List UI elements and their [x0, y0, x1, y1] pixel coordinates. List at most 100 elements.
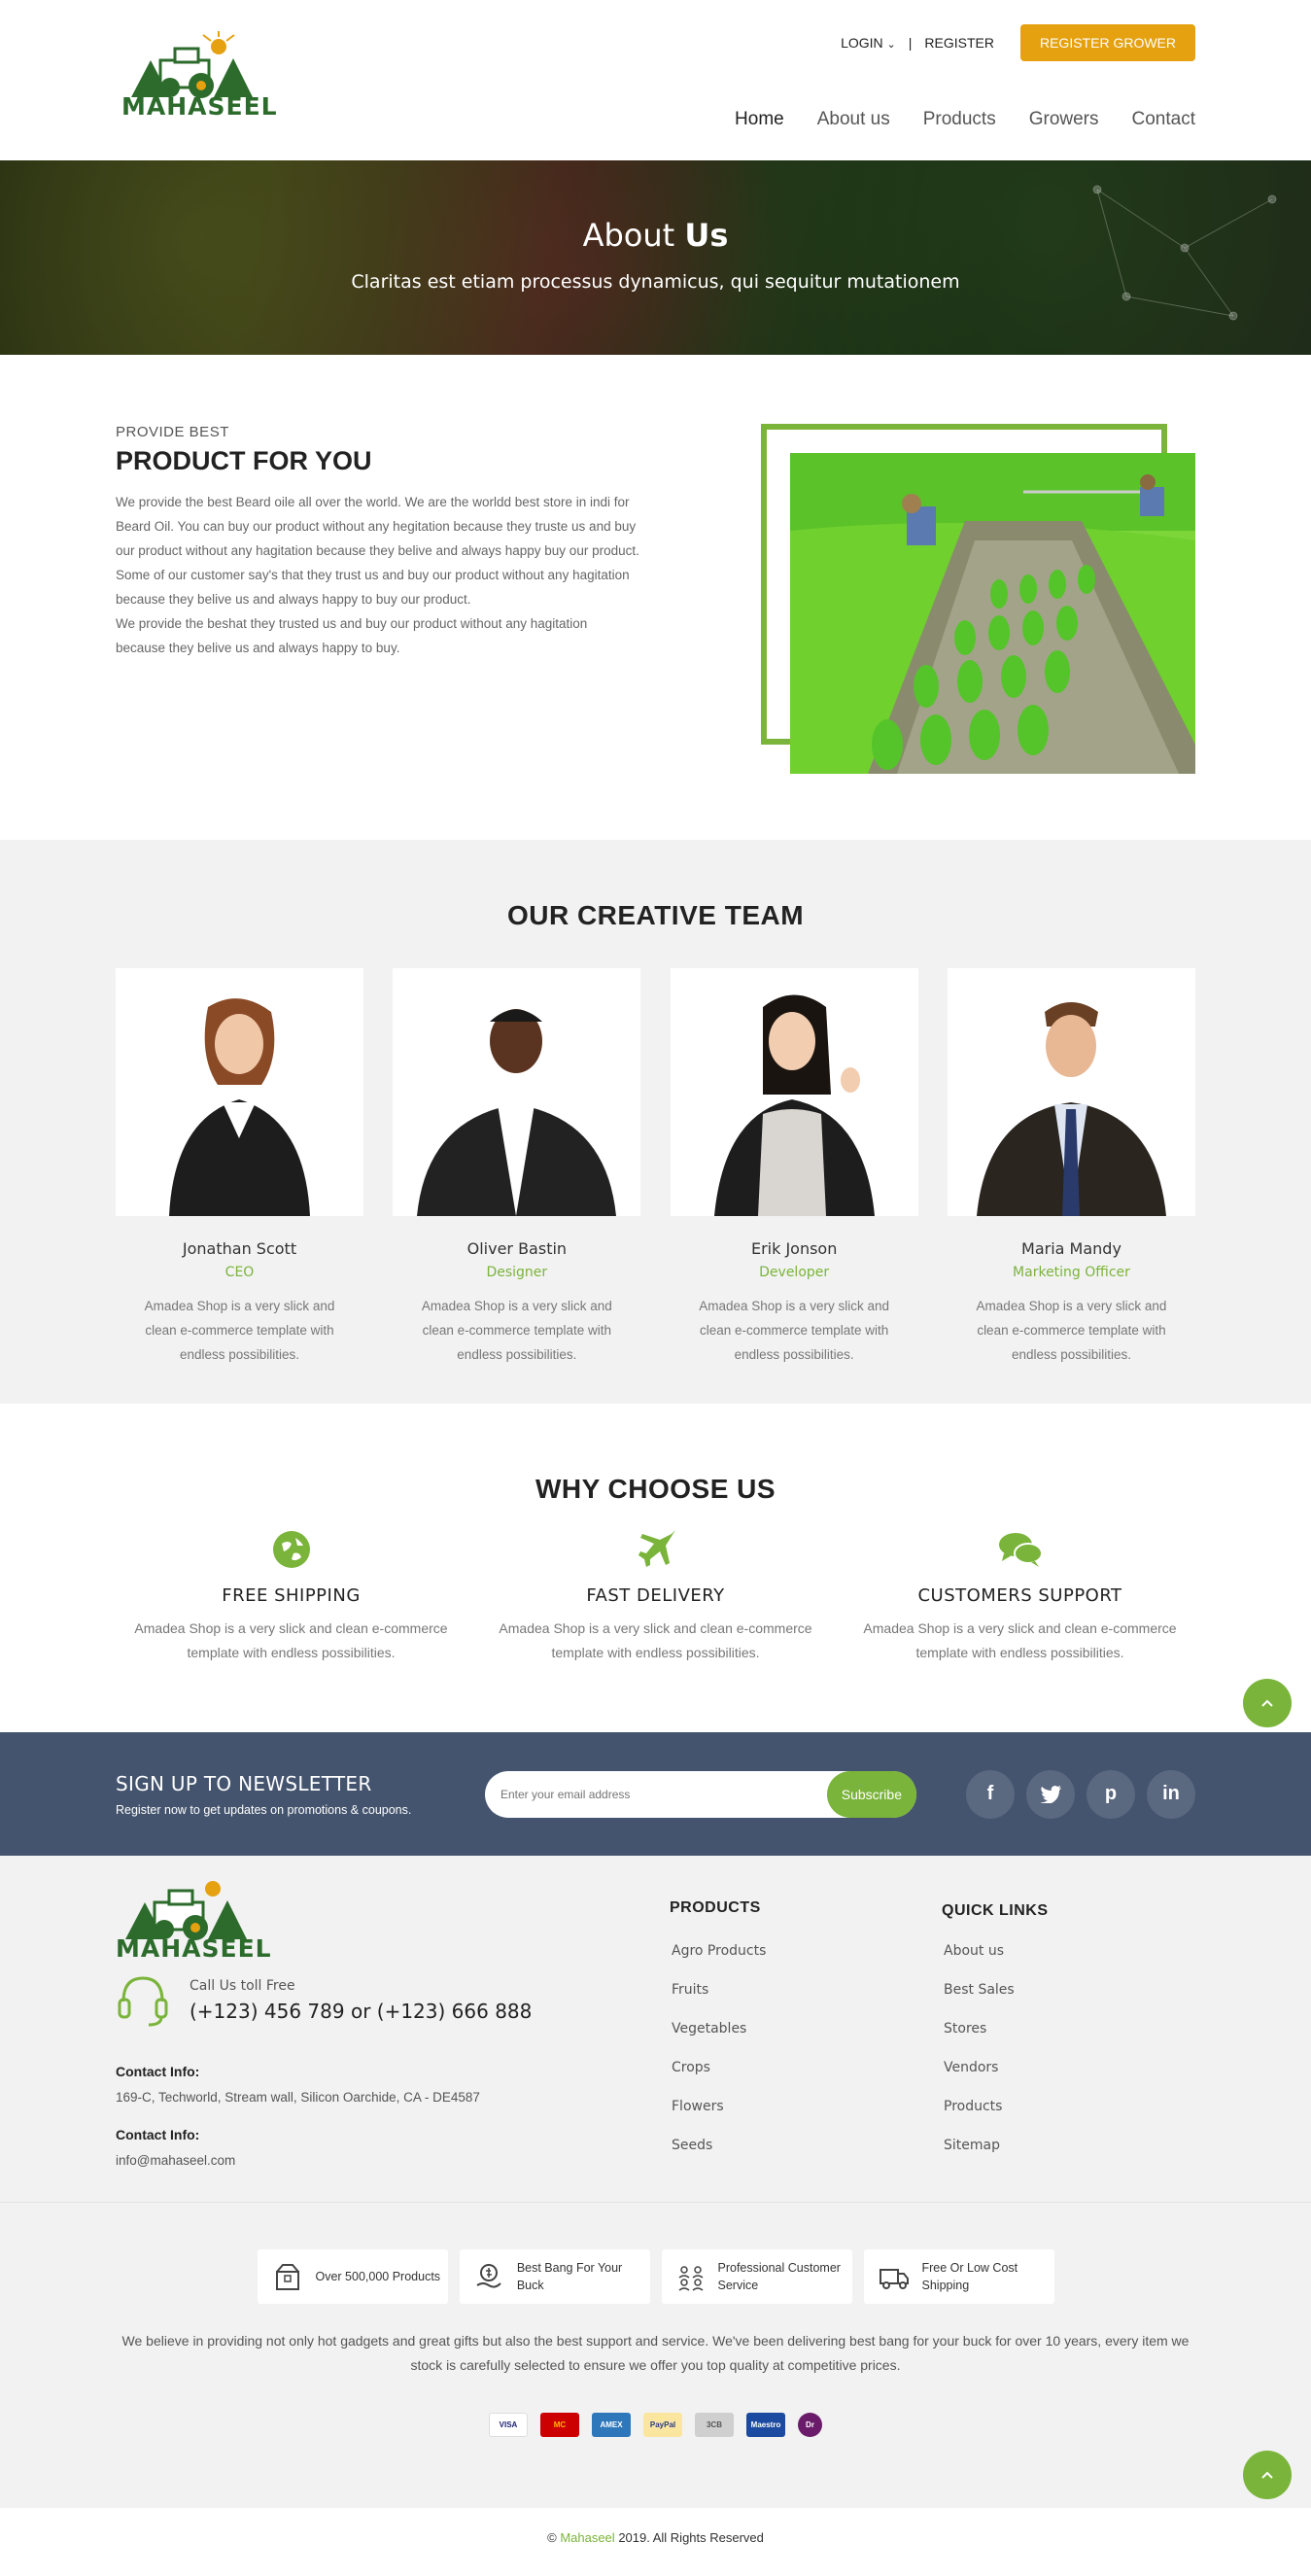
nav-products[interactable]: Products — [923, 109, 996, 130]
facebook-icon[interactable]: f — [966, 1769, 1015, 1819]
maestro-icon: Maestro — [746, 2413, 785, 2437]
member-name: Maria Mandy — [1021, 1239, 1121, 1258]
phone-number[interactable]: (+123) 456 789 or (+123) 666 888 — [190, 2000, 532, 2023]
site-header: MAHASEEL LOGIN ⌄ | REGISTER REGISTER GRO… — [0, 0, 1311, 160]
about-eyebrow: PROVIDE BEST — [116, 424, 229, 440]
payment-methods: VISA MC AMEX PayPal 3CB Maestro Dr — [0, 2413, 1311, 2437]
trust-badge: Free Or Low Cost Shipping — [863, 2249, 1054, 2304]
feature-title: FAST DELIVERY — [586, 1585, 725, 1606]
member-desc: Amadea Shop is a very slick and clean e-… — [144, 1299, 335, 1362]
nav-growers[interactable]: Growers — [1029, 109, 1099, 130]
register-grower-button[interactable]: REGISTER GROWER — [1019, 24, 1195, 61]
footer-link[interactable]: Agro Products — [672, 1943, 766, 1982]
footer-link[interactable]: Sitemap — [944, 2138, 1049, 2176]
why-section: WHY CHOOSE US FREE SHIPPING Amadea Shop … — [0, 1404, 1311, 1732]
site-footer: MAHASEEL Call Us toll Free (+123) 456 78… — [0, 1856, 1311, 2202]
member-role: Marketing Officer — [1013, 1265, 1130, 1280]
logo-text: MAHASEEL — [121, 92, 278, 121]
newsletter-title: SIGN UP TO NEWSLETTER — [116, 1771, 372, 1795]
nav-about-us[interactable]: About us — [817, 109, 890, 130]
tractor-logo-icon — [131, 31, 253, 98]
linkedin-icon[interactable]: in — [1147, 1769, 1195, 1819]
card-round-icon: Dr — [798, 2413, 822, 2437]
twitter-icon[interactable] — [1026, 1769, 1075, 1819]
team-member-card: Maria Mandy Marketing Officer Amadea Sho… — [947, 968, 1195, 1367]
footer-link[interactable]: Seeds — [672, 2138, 766, 2176]
main-nav: Home About us Products Growers Contact — [735, 109, 1195, 130]
feature-card: CUSTOMERS SUPPORT Amadea Shop is a very … — [852, 1530, 1188, 1665]
footer-link[interactable]: Vendors — [944, 2060, 1049, 2099]
footer-link[interactable]: Crops — [672, 2060, 766, 2099]
feature-title: CUSTOMERS SUPPORT — [917, 1585, 1122, 1606]
nav-contact[interactable]: Contact — [1132, 109, 1195, 130]
copyright-brand-link[interactable]: Mahaseel — [560, 2530, 614, 2545]
footer-link[interactable]: Vegetables — [672, 2021, 766, 2060]
trust-badge: Best Bang For Your Buck — [459, 2249, 650, 2304]
scroll-to-top-button[interactable] — [1243, 2451, 1292, 2499]
member-desc: Amadea Shop is a very slick and clean e-… — [699, 1299, 890, 1362]
footer-link[interactable]: Products — [944, 2099, 1049, 2138]
call-label: Call Us toll Free — [190, 1978, 295, 1994]
store-statement: We believe in providing not only hot gad… — [121, 2333, 1190, 2373]
newsletter-subtitle: Register now to get updates on promotion… — [116, 1802, 412, 1817]
member-role: Designer — [486, 1265, 548, 1280]
member-photo — [670, 968, 918, 1216]
badge-text: Best Bang For Your Buck — [516, 2261, 623, 2292]
page-hero: About Us Claritas est etiam processus dy… — [0, 160, 1311, 355]
footer-link[interactable]: Fruits — [672, 1982, 766, 2021]
register-link[interactable]: REGISTER — [924, 35, 994, 51]
login-link[interactable]: LOGIN ⌄ — [841, 35, 896, 51]
chevron-up-icon — [1261, 2471, 1273, 2479]
member-name: Erik Jonson — [750, 1239, 838, 1258]
tractor-logo-icon — [125, 1881, 247, 1940]
footer-link[interactable]: Stores — [944, 2021, 1049, 2060]
scroll-to-top-button[interactable] — [1243, 1679, 1292, 1727]
newsletter-section: SIGN UP TO NEWSLETTER Register now to ge… — [0, 1732, 1311, 1856]
contact-address: 169-C, Techworld, Stream wall, Silicon O… — [116, 2090, 480, 2105]
site-logo[interactable]: MAHASEEL — [121, 31, 278, 121]
trust-badge: Over 500,000 Products — [257, 2249, 448, 2304]
pinterest-icon[interactable]: p — [1087, 1769, 1135, 1819]
contact-info-title: Contact Info: — [116, 2127, 200, 2142]
footer-link[interactable]: Best Sales — [944, 1982, 1049, 2021]
subscribe-button[interactable]: Subscribe — [826, 1770, 916, 1818]
member-role: Developer — [759, 1265, 830, 1280]
paypal-icon: PayPal — [643, 2413, 682, 2437]
chevron-up-icon — [1261, 1699, 1273, 1707]
footer-logo[interactable]: MAHASEEL — [116, 1873, 271, 1963]
feature-title: FREE SHIPPING — [222, 1585, 361, 1606]
box-icon — [272, 2261, 303, 2292]
copyright-bar: © Mahaseel 2019. All Rights Reserved — [0, 2508, 1311, 2566]
social-links: f p in — [966, 1769, 1195, 1819]
contact-email[interactable]: info@mahaseel.com — [116, 2153, 235, 2168]
footer-link[interactable]: Flowers — [672, 2099, 766, 2138]
about-body: We provide the best Beard oile all over … — [116, 490, 640, 660]
feature-card: FREE SHIPPING Amadea Shop is a very slic… — [123, 1530, 459, 1665]
team-section: OUR CREATIVE TEAM Jonathan Scott CEO Ama… — [0, 840, 1311, 1404]
frame-border — [761, 424, 1167, 430]
card-3cb-icon: 3CB — [695, 2413, 734, 2437]
amex-icon: AMEX — [592, 2413, 631, 2437]
member-desc: Amadea Shop is a very slick and clean e-… — [976, 1299, 1167, 1362]
feature-desc: Amadea Shop is a very slick and clean e-… — [499, 1620, 812, 1660]
login-label: LOGIN — [841, 35, 883, 51]
email-input[interactable] — [500, 1787, 792, 1801]
footer-link[interactable]: About us — [944, 1943, 1049, 1982]
about-title: PRODUCT FOR YOU — [116, 446, 372, 475]
nav-home[interactable]: Home — [735, 109, 784, 130]
frame-border — [761, 739, 790, 745]
trust-badge: Professional Customer Service — [661, 2249, 852, 2304]
team-member-card: Jonathan Scott CEO Amadea Shop is a very… — [116, 968, 363, 1367]
member-name: Jonathan Scott — [182, 1239, 297, 1258]
trust-section: Over 500,000 Products Best Bang For Your… — [0, 2202, 1311, 2508]
team-title: OUR CREATIVE TEAM — [506, 900, 805, 930]
member-photo — [393, 968, 641, 1216]
truck-icon — [879, 2261, 910, 2292]
plane-icon — [488, 1530, 823, 1569]
badge-text: Free Or Low Cost Shipping — [921, 2261, 1018, 2292]
member-photo — [947, 968, 1195, 1216]
badge-text: Professional Customer Service — [717, 2261, 841, 2292]
feature-desc: Amadea Shop is a very slick and clean e-… — [863, 1620, 1177, 1660]
newsletter-form: Subscribe — [485, 1770, 916, 1818]
member-photo — [116, 968, 363, 1216]
